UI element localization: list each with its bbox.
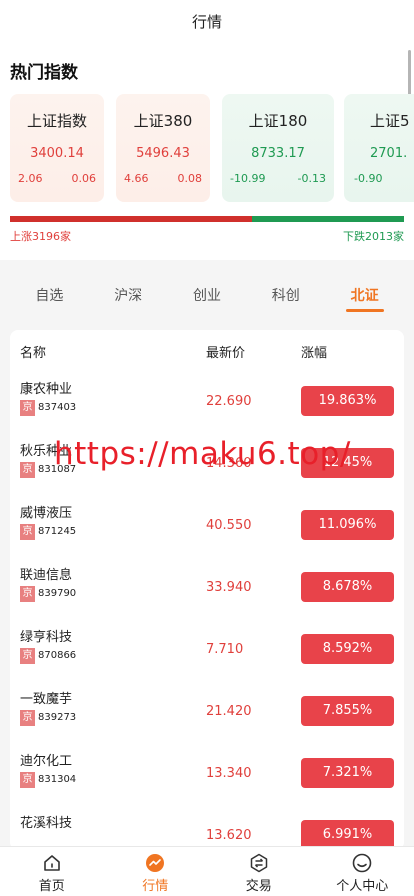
table-row[interactable]: 威博液压 京 871245 40.550 11.096% <box>10 496 404 558</box>
market-tag: 京 <box>20 648 35 664</box>
rise-bar <box>10 216 252 222</box>
index-price: 5496.43 <box>136 146 190 161</box>
stock-code: 837403 <box>38 402 77 413</box>
tab-beijing[interactable]: 北证 <box>325 276 404 316</box>
index-percent: 0.06 <box>71 172 97 185</box>
nav-home[interactable]: 首页 <box>0 847 104 896</box>
stock-code: 871245 <box>38 526 77 537</box>
table-row[interactable]: 康农种业 京 837403 22.690 19.863% <box>10 372 404 434</box>
nav-label: 个人中心 <box>336 879 389 894</box>
change-badge: 7.321% <box>301 758 394 788</box>
table-row[interactable]: 迪尔化工 京 831304 13.340 7.321% <box>10 744 404 806</box>
user-icon <box>352 853 372 873</box>
chart-icon <box>146 854 165 872</box>
column-price[interactable]: 最新价 <box>206 342 245 361</box>
nav-profile[interactable]: 个人中心 <box>311 847 414 896</box>
index-percent: -0.13 <box>297 172 326 185</box>
index-price: 2701. <box>370 146 408 161</box>
exchange-icon <box>250 853 267 873</box>
stock-code: 839790 <box>38 588 77 599</box>
tab-chinext[interactable]: 创业 <box>168 276 247 316</box>
market-tag: 京 <box>20 586 35 602</box>
index-change: -10.99 <box>230 172 266 185</box>
index-cards: 上证指数 3400.14 2.06 0.06 上证380 5496.43 4.6… <box>10 94 414 206</box>
nav-label: 行情 <box>142 879 169 894</box>
watermark-url: https://maku6.top/ <box>54 436 351 472</box>
change-badge: 19.863% <box>301 386 394 416</box>
rise-count-label: 上涨3196家 <box>10 230 71 243</box>
stock-name: 花溪科技 <box>20 816 73 831</box>
stock-list: 名称 最新价 涨幅 康农种业 京 837403 22.690 19.863% 秋… <box>10 330 404 850</box>
market-tag: 京 <box>20 524 35 540</box>
index-name: 上证380 <box>133 112 193 130</box>
stock-price: 22.690 <box>206 394 252 409</box>
index-change: 2.06 <box>18 172 43 185</box>
stock-price: 7.710 <box>206 642 244 657</box>
change-badge: 8.678% <box>301 572 394 602</box>
market-tabs: 自选 沪深 创业 科创 北证 <box>10 276 404 316</box>
stock-price: 13.340 <box>206 766 252 781</box>
list-header: 名称 最新价 涨幅 <box>10 330 404 372</box>
table-row[interactable]: 花溪科技 13.620 6.991% <box>10 806 404 850</box>
index-name: 上证180 <box>248 112 308 130</box>
index-change: -0.90 <box>354 172 383 185</box>
tab-shanghai-shenzhen[interactable]: 沪深 <box>89 276 168 316</box>
stock-name: 威博液压 <box>20 506 73 521</box>
index-name: 上证5 <box>370 112 410 130</box>
top-bar: 行情 <box>0 0 414 44</box>
stock-price: 21.420 <box>206 704 252 719</box>
hot-index-section: 热门指数 上证指数 3400.14 2.06 0.06 上证380 5496.4… <box>0 44 414 260</box>
fall-count-label: 下跌2013家 <box>343 230 404 243</box>
stock-name: 绿亨科技 <box>20 630 73 645</box>
index-change: 4.66 <box>124 172 149 185</box>
fall-bar <box>251 216 404 222</box>
nav-market[interactable]: 行情 <box>104 847 208 896</box>
market-tag: 京 <box>20 710 35 726</box>
nav-trade[interactable]: 交易 <box>207 847 311 896</box>
stock-price: 13.620 <box>206 828 252 843</box>
change-badge: 8.592% <box>301 634 394 664</box>
tab-watchlist[interactable]: 自选 <box>10 276 89 316</box>
market-tag: 京 <box>20 462 35 478</box>
market-tag: 京 <box>20 772 35 788</box>
stock-code: 831304 <box>38 774 77 785</box>
page-title: 行情 <box>191 13 222 31</box>
change-badge: 7.855% <box>301 696 394 726</box>
change-badge: 11.096% <box>301 510 394 540</box>
index-card[interactable]: 上证5 2701. -0.90 <box>344 94 414 202</box>
section-title: 热门指数 <box>10 63 78 83</box>
bottom-nav: 首页 行情 交易 个人中心 <box>0 846 414 896</box>
index-percent: 0.08 <box>177 172 203 185</box>
table-row[interactable]: 绿亨科技 京 870866 7.710 8.592% <box>10 620 404 682</box>
index-price: 3400.14 <box>30 146 84 161</box>
rise-fall-ratio-bar <box>10 216 404 222</box>
column-change[interactable]: 涨幅 <box>301 342 327 361</box>
index-price: 8733.17 <box>251 146 305 161</box>
column-name[interactable]: 名称 <box>20 342 46 361</box>
stock-name: 一致魔芋 <box>20 692 73 707</box>
stock-name: 迪尔化工 <box>20 754 73 769</box>
index-card[interactable]: 上证380 5496.43 4.66 0.08 <box>116 94 210 202</box>
index-card[interactable]: 上证180 8733.17 -10.99 -0.13 <box>222 94 334 202</box>
index-card[interactable]: 上证指数 3400.14 2.06 0.06 <box>10 94 104 202</box>
stock-price: 33.940 <box>206 580 252 595</box>
stock-name: 联迪信息 <box>20 568 73 583</box>
table-row[interactable]: 联迪信息 京 839790 33.940 8.678% <box>10 558 404 620</box>
index-name: 上证指数 <box>26 112 87 130</box>
stock-code: 870866 <box>38 650 77 661</box>
nav-label: 首页 <box>38 879 65 894</box>
stock-name: 康农种业 <box>20 382 73 397</box>
tab-star-market[interactable]: 科创 <box>246 276 325 316</box>
market-tag: 京 <box>20 400 35 416</box>
stock-code: 839273 <box>38 712 77 723</box>
stock-price: 40.550 <box>206 518 252 533</box>
table-row[interactable]: 一致魔芋 京 839273 21.420 7.855% <box>10 682 404 744</box>
nav-label: 交易 <box>245 879 272 894</box>
home-icon <box>43 855 60 871</box>
